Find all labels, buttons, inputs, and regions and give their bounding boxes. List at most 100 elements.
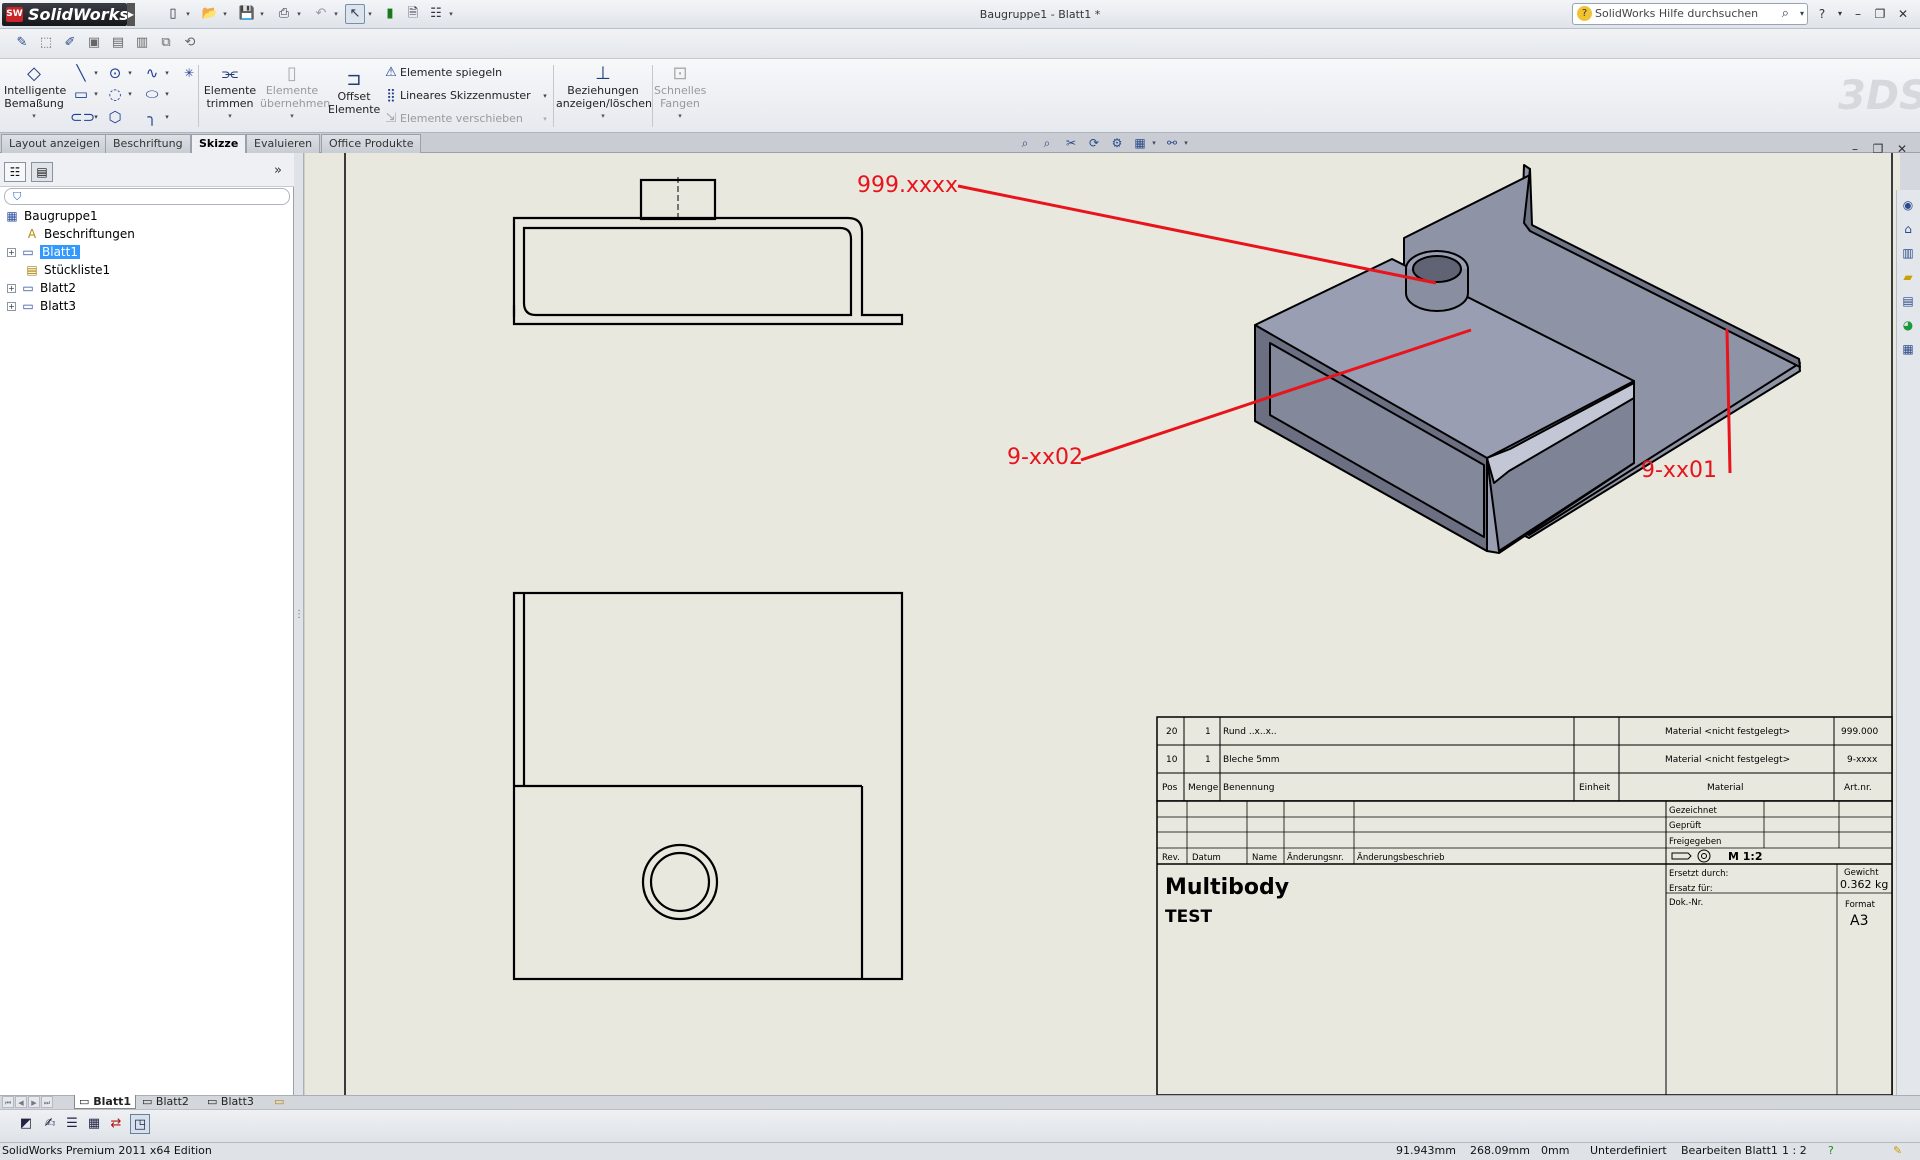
tab-layout[interactable]: Layout anzeigen (1, 134, 108, 153)
help-icon[interactable]: ? (1812, 4, 1832, 24)
home-icon[interactable]: ⌂ (1899, 220, 1917, 238)
table-icon[interactable]: ▦ (84, 1114, 104, 1134)
open-dropdown-icon[interactable]: ▾ (221, 4, 229, 24)
convert-entities-button[interactable]: ▯ Elemente übernehmen ▾ (260, 64, 330, 123)
view-settings-icon[interactable]: ⚯ (1163, 135, 1181, 152)
tab-sketch[interactable]: Skizze (191, 134, 247, 154)
new-document-icon[interactable]: ▯ (163, 4, 183, 24)
display-style-dropdown-icon[interactable]: ▾ (1150, 135, 1158, 152)
slot-icon[interactable]: ⊂⊃ (70, 107, 95, 127)
spline-dropdown-icon[interactable]: ▾ (163, 63, 171, 83)
view-settings-dropdown-icon[interactable]: ▾ (1182, 135, 1190, 152)
close-document-icon[interactable]: ✕ (1893, 140, 1911, 158)
rebuild-view-icon[interactable]: ⟳ (1085, 135, 1103, 152)
new-dropdown-icon[interactable]: ▾ (184, 4, 192, 24)
spell-check-icon[interactable]: ✍ (40, 1114, 60, 1134)
circle-icon[interactable]: ⊙ (104, 63, 126, 83)
save-icon[interactable]: 💾 (237, 4, 257, 24)
view-palette-icon[interactable]: ▤ (1899, 292, 1917, 310)
spline-icon[interactable]: ∿ (141, 63, 163, 83)
ellipse-icon[interactable]: ⬭ (141, 84, 163, 104)
point-icon[interactable]: ✳ (178, 63, 200, 83)
undo-icon[interactable]: ↶ (311, 4, 331, 24)
expand-icon[interactable]: + (7, 248, 16, 257)
tab-annotation[interactable]: Beschriftung (105, 134, 191, 153)
tab-evaluate[interactable]: Evaluieren (246, 134, 321, 153)
property-manager-tab-icon[interactable]: ▤ (31, 162, 53, 182)
options-dropdown-icon[interactable]: ▾ (447, 4, 455, 24)
zoom-to-area-icon[interactable]: ⌕ (1038, 135, 1056, 152)
quick-snaps-button[interactable]: ⊡ Schnelles Fangen ▾ (654, 64, 706, 123)
sketch-icon[interactable]: ✎ (12, 33, 32, 53)
feature-manager-tab-icon[interactable]: ☷ (4, 162, 26, 182)
trim-dropdown-icon[interactable]: ▾ (202, 110, 258, 123)
splitter-grip-icon[interactable]: ⋮ (294, 600, 304, 630)
mirror-entities-button[interactable]: ⚠ Elemente spiegeln (382, 63, 502, 83)
layer-icon[interactable]: ◳ (130, 1114, 150, 1134)
sheet-tab-blatt1[interactable]: ▭ Blatt1 (74, 1095, 136, 1109)
solidworks-menu-button[interactable]: SW SolidWorks (2, 3, 129, 26)
bill-of-materials[interactable]: 20 1 Rund ..x..x.. Material <nicht festg… (1156, 716, 1893, 802)
help-dropdown-icon[interactable]: ▾ (1830, 4, 1850, 24)
next-sheet-icon[interactable]: ▶ (28, 1096, 40, 1108)
polygon-icon[interactable]: ⬡ (104, 107, 126, 127)
expand-panel-icon[interactable]: » (274, 163, 282, 178)
sheet-tab-blatt2[interactable]: ▭ Blatt2 (138, 1095, 193, 1109)
help-search-input[interactable]: ? SolidWorks Hilfe durchsuchen ⌕ ▾ (1572, 3, 1808, 25)
balloon-9xx01[interactable]: 9-xx01 (1641, 458, 1717, 483)
edit-sketch-icon[interactable]: ✐ (60, 33, 80, 53)
move-dropdown-icon[interactable]: ▾ (541, 109, 549, 129)
help-status-icon[interactable]: ? (1828, 1142, 1834, 1160)
pattern-dropdown-icon[interactable]: ▾ (541, 86, 549, 106)
display-delete-relations-button[interactable]: ⊥ Beziehungen anzeigen/löschen ▾ (556, 64, 652, 123)
trim-entities-button[interactable]: ⫘ Elemente trimmen ▾ (202, 64, 258, 123)
first-sheet-icon[interactable]: ⏮ (2, 1096, 14, 1108)
menu-flyout-arrow-icon[interactable]: ▶ (127, 3, 135, 26)
sheet-tab-blatt3[interactable]: ▭ Blatt3 (203, 1095, 258, 1109)
ellipse-dropdown-icon[interactable]: ▾ (163, 84, 171, 104)
solidworks-resources-icon[interactable]: ◉ (1899, 196, 1917, 214)
offset-entities-button[interactable]: ⊐ Offset Elemente (328, 70, 380, 117)
tree-item-beschriftungen[interactable]: A Beschriftungen (24, 225, 135, 243)
block-edit-icon[interactable]: ▥ (132, 33, 152, 53)
arc-icon[interactable]: ◌ (104, 84, 126, 104)
convert-dropdown-icon[interactable]: ▾ (260, 110, 324, 123)
circle-dropdown-icon[interactable]: ▾ (126, 63, 134, 83)
align-icon[interactable]: ☰ (62, 1114, 82, 1134)
fillet-dropdown-icon[interactable]: ▾ (163, 107, 171, 127)
rectangle-dropdown-icon[interactable]: ▾ (92, 84, 100, 104)
tree-item-stueckliste1[interactable]: ▤ Stückliste1 (24, 261, 110, 279)
line-dropdown-icon[interactable]: ▾ (92, 63, 100, 83)
restore-window-icon[interactable]: ❐ (1870, 4, 1890, 24)
undo-dropdown-icon[interactable]: ▾ (332, 4, 340, 24)
line-icon[interactable]: ╲ (70, 63, 92, 83)
display-style-icon[interactable]: ▦ (1131, 135, 1149, 152)
expand-icon[interactable]: + (7, 302, 16, 311)
tree-item-blatt1[interactable]: + ▭ Blatt1 (7, 243, 80, 261)
custom-properties-icon[interactable]: ▦ (1899, 340, 1917, 358)
minimize-window-icon[interactable]: – (1848, 4, 1868, 24)
restore-document-icon[interactable]: ❐ (1869, 140, 1887, 158)
print-icon[interactable]: ⎙ (274, 4, 294, 24)
last-sheet-icon[interactable]: ⏭ (41, 1096, 53, 1108)
prev-sheet-icon[interactable]: ◀ (15, 1096, 27, 1108)
move-entities-button[interactable]: ⇲ Elemente verschieben (382, 109, 523, 129)
tree-item-baugruppe[interactable]: ▦ Baugruppe1 (4, 207, 97, 225)
save-dropdown-icon[interactable]: ▾ (258, 4, 266, 24)
slot-dropdown-icon[interactable]: ▾ (92, 107, 100, 127)
tree-item-blatt2[interactable]: + ▭ Blatt2 (7, 279, 76, 297)
sketch-fillet-icon[interactable]: ╮ (141, 107, 163, 127)
rebuild-traffic-light-icon[interactable]: ▮ (380, 4, 400, 24)
select-pointer-icon[interactable]: ↖ (345, 4, 365, 24)
close-window-icon[interactable]: ✕ (1893, 4, 1913, 24)
quick-snaps-dropdown-icon[interactable]: ▾ (654, 110, 706, 123)
tree-item-blatt3[interactable]: + ▭ Blatt3 (7, 297, 76, 315)
print-dropdown-icon[interactable]: ▾ (295, 4, 303, 24)
appearances-icon[interactable]: ◕ (1899, 316, 1917, 334)
insert-block-icon[interactable]: ▤ (108, 33, 128, 53)
options-icon[interactable]: ☷ (426, 4, 446, 24)
rectangle-icon[interactable]: ▭ (70, 84, 92, 104)
tab-office-products[interactable]: Office Produkte (321, 134, 422, 153)
relations-dropdown-icon[interactable]: ▾ (556, 110, 650, 123)
smart-dimension-dropdown-icon[interactable]: ▾ (4, 110, 64, 123)
